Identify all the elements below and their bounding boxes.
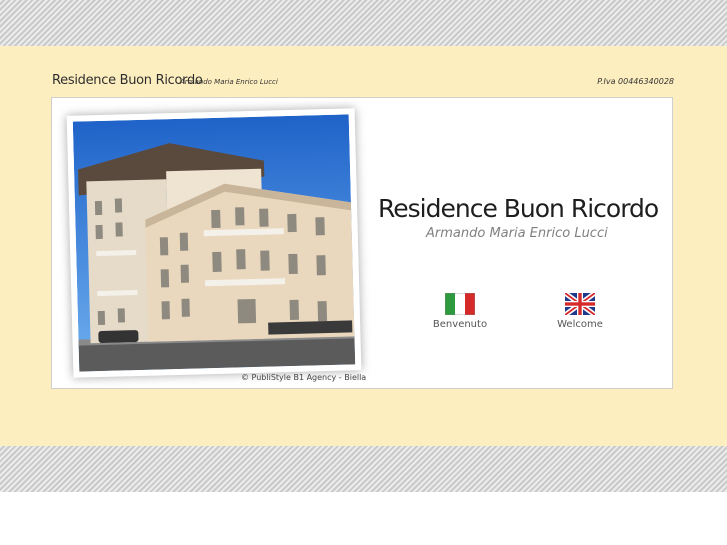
italy-flag-icon[interactable] — [445, 293, 475, 315]
page-title: Residence Buon Ricordo — [378, 194, 659, 223]
uk-flag-icon[interactable] — [565, 293, 595, 315]
lang-english-link[interactable]: Welcome — [550, 293, 610, 330]
top-stripe — [0, 0, 727, 46]
lang-italian-link[interactable]: Benvenuto — [428, 293, 492, 330]
building-photo — [66, 108, 362, 378]
vat-number: P.Iva 00446340028 — [597, 77, 674, 86]
lang-italian-label[interactable]: Benvenuto — [428, 319, 492, 330]
page-subtitle: Armando Maria Enrico Lucci — [426, 226, 608, 241]
building-image — [72, 114, 356, 372]
lang-english-label[interactable]: Welcome — [550, 319, 610, 330]
owner-name: Armando Maria Enrico Lucci — [180, 78, 278, 86]
photo-credit: © PubliStyle B1 Agency - Biella — [241, 373, 367, 382]
bottom-stripe — [0, 446, 727, 492]
